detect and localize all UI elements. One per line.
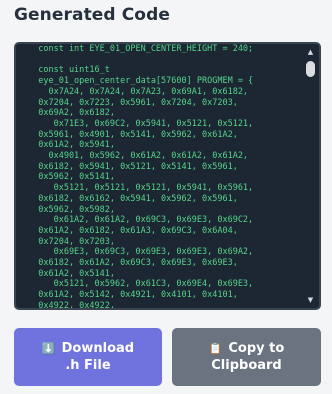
download-button-label-line2: .h File [65,358,111,373]
download-button-label-line1: Download [61,341,135,356]
scroll-up-arrow-icon[interactable]: ▲ [305,47,316,57]
code-output-box[interactable]: const int EYE_01_OPEN_CENTER_HEIGHT = 24… [14,42,321,310]
clipboard-icon: 📋 [208,342,223,355]
scroll-down-arrow-icon[interactable]: ▼ [305,295,316,305]
code-scrollbar[interactable]: ▲ ▼ [305,47,316,305]
download-arrow-icon: ⬇️ [41,342,56,355]
scroll-thumb[interactable] [306,61,315,77]
download-h-file-button[interactable]: ⬇️ Download .h File [14,328,162,386]
copy-button-label-line2: Clipboard [211,358,282,373]
copy-to-clipboard-button[interactable]: 📋 Copy to Clipboard [172,328,321,386]
copy-button-label-line1: Copy to [228,341,285,356]
code-output-text[interactable]: const int EYE_01_OPEN_CENTER_HEIGHT = 24… [28,44,301,308]
panel-title: Generated Code [14,5,170,25]
